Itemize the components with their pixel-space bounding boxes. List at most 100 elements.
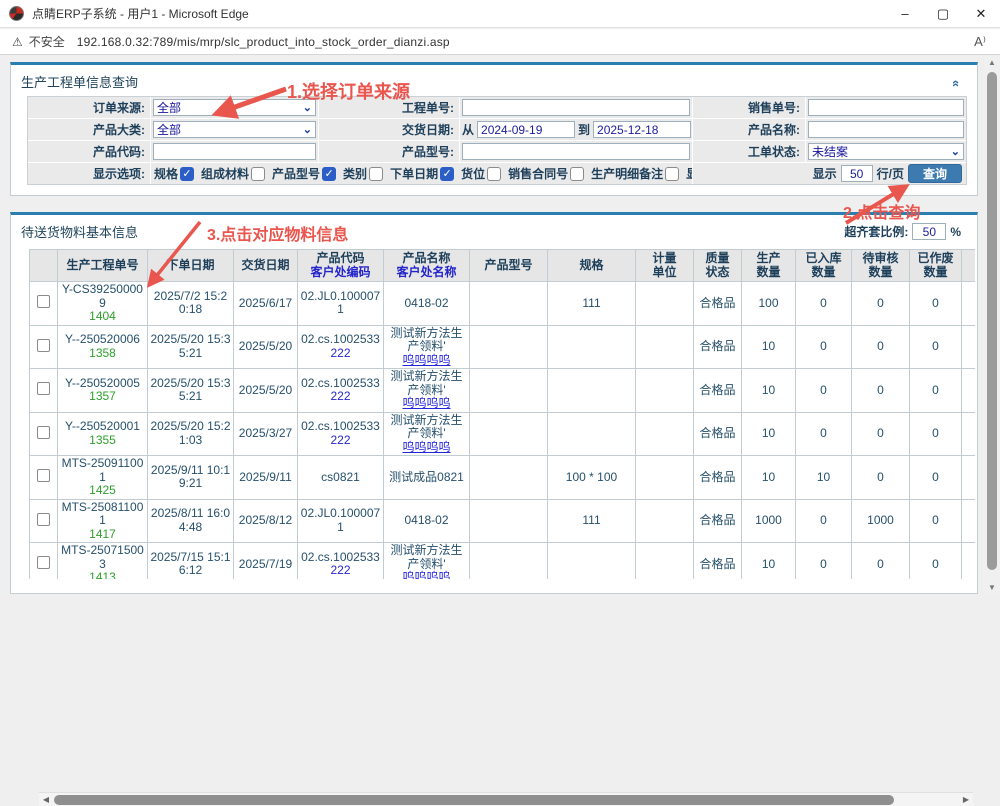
- table-row[interactable]: Y-CS39250000914042025/7/2 15:20:182025/6…: [30, 282, 976, 326]
- quality-status-cell: 合格品: [694, 456, 742, 500]
- column-header: 交货日期: [234, 250, 298, 282]
- qty-in-stock-cell: 0: [796, 369, 852, 413]
- qty-voided-cell: 0: [910, 369, 962, 413]
- scroll-left-icon[interactable]: ◀: [39, 795, 53, 804]
- checkbox-checked[interactable]: ✓: [180, 167, 194, 181]
- date-from-input[interactable]: [477, 121, 575, 138]
- qty-in-stock-cell: 0: [796, 282, 852, 326]
- horizontal-scrollbar[interactable]: ◀ ▶: [39, 792, 973, 806]
- row-checkbox[interactable]: [37, 469, 50, 482]
- row-select-cell: [30, 456, 58, 500]
- order-id: 1413: [60, 571, 145, 579]
- order-no[interactable]: MTS-250811001: [60, 501, 145, 528]
- horizontal-scroll-thumb[interactable]: [54, 795, 894, 805]
- read-aloud-icon[interactable]: A⁾: [974, 34, 986, 50]
- table-row[interactable]: MTS-25091100114252025/9/11 10:19:212025/…: [30, 456, 976, 500]
- product-name-cell: 测试新方法生产领料'呜呜呜呜: [384, 325, 470, 369]
- table-row[interactable]: Y--25052000513572025/5/20 15:35:212025/5…: [30, 369, 976, 413]
- customer-name-link[interactable]: 呜呜呜呜: [386, 354, 467, 368]
- checkbox-unchecked[interactable]: [251, 167, 265, 181]
- product-code-cell: 02.cs.1002533222: [298, 325, 384, 369]
- scroll-down-icon[interactable]: ▼: [984, 583, 1000, 592]
- vertical-scroll-thumb[interactable]: [987, 72, 997, 570]
- checkbox-unchecked[interactable]: [570, 167, 584, 181]
- maximize-button[interactable]: ▢: [924, 0, 962, 28]
- row-checkbox[interactable]: [37, 382, 50, 395]
- product-code-input[interactable]: [153, 143, 316, 160]
- order-no[interactable]: MTS-250911001: [60, 457, 145, 484]
- order-no-cell[interactable]: Y--2505200051357: [58, 369, 148, 413]
- rows-per-page-input[interactable]: [841, 165, 873, 182]
- qty-in-stock-cell: 0: [796, 499, 852, 543]
- ratio-input[interactable]: [912, 223, 946, 240]
- work-order-input[interactable]: [462, 99, 690, 116]
- order-status-select[interactable]: 未结案 ⌄: [808, 143, 964, 160]
- row-select-cell: [30, 325, 58, 369]
- product-name-input[interactable]: [808, 121, 964, 138]
- url-text[interactable]: 192.168.0.32:789/mis/mrp/slc_product_int…: [77, 35, 450, 49]
- product-model-label: 产品型号:: [319, 141, 459, 162]
- order-no[interactable]: Y--250520005: [60, 377, 145, 391]
- display-option: 组成材料: [201, 165, 265, 182]
- checkbox-unchecked[interactable]: [369, 167, 383, 181]
- checkbox-unchecked[interactable]: [665, 167, 679, 181]
- row-checkbox[interactable]: [37, 426, 50, 439]
- table-row[interactable]: Y--25052000613582025/5/20 15:35:212025/5…: [30, 325, 976, 369]
- query-button[interactable]: 查询: [908, 164, 962, 183]
- order-no-cell[interactable]: MTS-2509110011425: [58, 456, 148, 500]
- table-row[interactable]: MTS-25081100114172025/8/11 16:04:482025/…: [30, 499, 976, 543]
- collapse-icon[interactable]: «: [949, 80, 964, 85]
- display-options-label: 显示选项:: [28, 163, 150, 184]
- table-row[interactable]: Y--25052000113552025/5/20 15:21:032025/3…: [30, 412, 976, 456]
- minimize-button[interactable]: –: [886, 0, 924, 28]
- product-code-cell: cs0821: [298, 456, 384, 500]
- scroll-up-icon[interactable]: ▲: [984, 58, 1000, 67]
- display-option-label: 显示图片: [686, 165, 692, 182]
- order-no[interactable]: Y--250520006: [60, 333, 145, 347]
- qty-in-stock-cell: 0: [796, 325, 852, 369]
- security-label[interactable]: 不安全: [29, 33, 65, 50]
- checkbox-checked[interactable]: ✓: [440, 167, 454, 181]
- product-model-input[interactable]: [462, 143, 690, 160]
- order-no-cell[interactable]: Y-CS3925000091404: [58, 282, 148, 326]
- display-option: 货位: [461, 165, 501, 182]
- not-secure-icon[interactable]: ⚠: [12, 35, 23, 49]
- customer-code: 222: [300, 347, 381, 361]
- vertical-scrollbar[interactable]: ▲ ▼: [984, 56, 1000, 594]
- order-no-cell[interactable]: Y--2505200011355: [58, 412, 148, 456]
- row-checkbox[interactable]: [37, 339, 50, 352]
- checkbox-checked[interactable]: ✓: [322, 167, 336, 181]
- display-option: 规格✓: [154, 165, 194, 182]
- sales-order-input[interactable]: [808, 99, 964, 116]
- customer-name-link[interactable]: 呜呜呜呜: [386, 571, 467, 579]
- product-name: 测试新方法生产领料': [386, 414, 467, 441]
- product-class-select[interactable]: 全部 ⌄: [153, 121, 316, 138]
- customer-name-link[interactable]: 呜呜呜呜: [386, 441, 467, 455]
- order-no-cell[interactable]: MTS-2507150031413: [58, 543, 148, 580]
- order-no[interactable]: Y--250520001: [60, 420, 145, 434]
- row-select-cell: [30, 369, 58, 413]
- display-option-label: 规格: [154, 165, 178, 182]
- order-id: 1425: [60, 484, 145, 498]
- row-checkbox[interactable]: [37, 513, 50, 526]
- rows-unit: 行/页: [877, 165, 904, 182]
- quality-status-cell: 合格品: [694, 412, 742, 456]
- qty-pending-cell: 0: [852, 543, 910, 580]
- order-date-cell: 2025/5/20 15:21:03: [148, 412, 234, 456]
- product-class-value: 全部: [157, 121, 181, 138]
- table-row[interactable]: MTS-25071500314132025/7/15 15:16:122025/…: [30, 543, 976, 580]
- order-no-cell[interactable]: MTS-2508110011417: [58, 499, 148, 543]
- checkbox-unchecked[interactable]: [487, 167, 501, 181]
- row-checkbox[interactable]: [37, 295, 50, 308]
- row-checkbox[interactable]: [37, 556, 50, 569]
- display-option-label: 生产明细备注: [591, 165, 663, 182]
- order-no[interactable]: Y-CS392500009: [60, 283, 145, 310]
- date-to-input[interactable]: [593, 121, 691, 138]
- scroll-right-icon[interactable]: ▶: [959, 795, 973, 804]
- order-no[interactable]: MTS-250715003: [60, 544, 145, 571]
- customer-name-link[interactable]: 呜呜呜呜: [386, 397, 467, 411]
- product-code: 02.cs.1002533: [300, 333, 381, 347]
- order-no-cell[interactable]: Y--2505200061358: [58, 325, 148, 369]
- display-option-label: 产品型号: [272, 165, 320, 182]
- close-button[interactable]: ✕: [962, 0, 1000, 28]
